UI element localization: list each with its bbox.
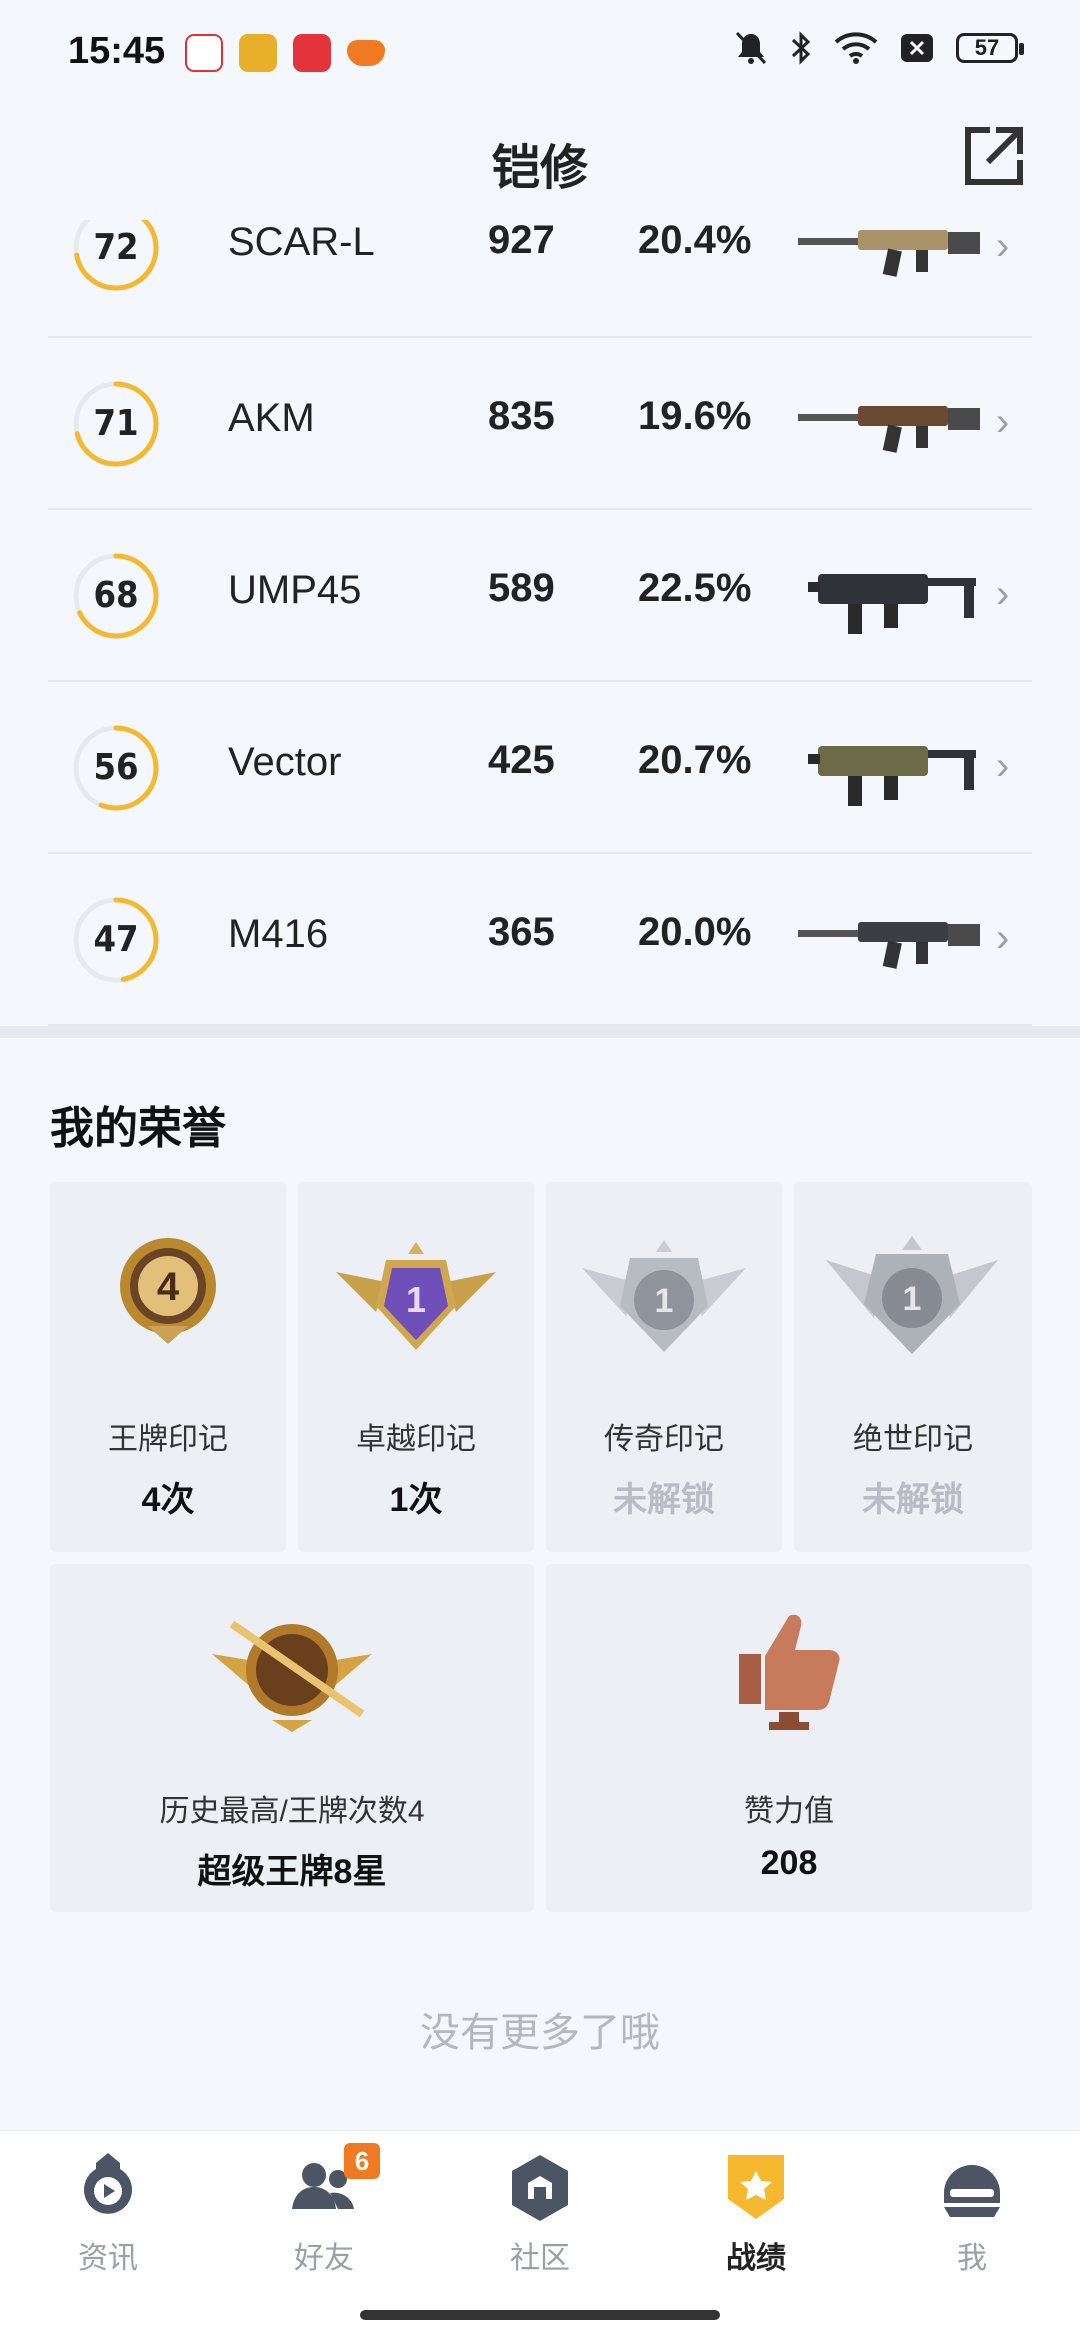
nav-label: 战绩: [726, 2242, 786, 2275]
honor-card-excellent[interactable]: 1 卓越印记 1次: [298, 1182, 534, 1552]
peerless-medal-number: 1: [903, 1280, 922, 1318]
game-app-icon: [239, 34, 277, 72]
highest-rank-value: 超级王牌8星: [197, 1853, 387, 1891]
nav-label: 好友: [294, 2242, 354, 2275]
weapon-name: Vector: [228, 740, 342, 784]
section-divider: [0, 1026, 1080, 1038]
nav-label: 我: [957, 2242, 987, 2275]
ace-medal-icon: 4: [120, 1238, 216, 1344]
weapon-kill-count: 365: [488, 910, 555, 954]
weapon-percentage: 19.6%: [638, 394, 752, 438]
community-icon: [512, 2155, 568, 2221]
smg-icon: [808, 574, 976, 634]
thumbs-up-icon: [739, 1614, 840, 1730]
news-icon: [84, 2153, 132, 2214]
nav-item-me[interactable]: 我: [864, 2131, 1080, 2321]
weapon-kill-count: 927: [488, 218, 555, 262]
weapon-kill-count: 425: [488, 738, 555, 782]
likes-card[interactable]: 赞力值 208: [546, 1564, 1032, 1912]
likes-value: 208: [760, 1844, 818, 1882]
app-notification-icon: [185, 34, 223, 72]
excellent-medal-number: 1: [406, 1279, 426, 1320]
weapon-percentage: 22.5%: [638, 566, 752, 610]
weapon-row[interactable]: 71 AKM 835 19.6% ›: [48, 338, 1032, 510]
gamepad-icon: [347, 40, 385, 66]
weapon-percentage: 20.7%: [638, 738, 752, 782]
honor-label: 卓越印记: [356, 1423, 476, 1456]
header: 铠修: [0, 110, 1080, 220]
nav-label: 资讯: [78, 2242, 138, 2275]
honor-label: 绝世印记: [853, 1423, 973, 1456]
status-time: 15:45: [68, 30, 166, 72]
share-icon[interactable]: [960, 122, 1028, 190]
weapon-row[interactable]: 68 UMP45 589 22.5% ›: [48, 510, 1032, 682]
weapon-row[interactable]: 56 Vector 425 20.7% ›: [48, 682, 1032, 854]
ace-rank-badge-icon: [212, 1620, 372, 1732]
battery-indicator: 57: [956, 33, 1024, 63]
music-app-icon: [293, 34, 331, 72]
excellent-medal-icon: 1: [336, 1242, 496, 1350]
honor-value: 未解锁: [613, 1481, 715, 1519]
weapon-score: 68: [93, 575, 139, 616]
weapon-score: 56: [93, 747, 139, 788]
chevron-right-icon: ›: [996, 572, 1010, 616]
nav-item-record[interactable]: 战绩: [648, 2131, 864, 2321]
weapon-name: SCAR-L: [228, 220, 375, 264]
home-indicator[interactable]: [360, 2310, 720, 2320]
ace-medal-number: 4: [157, 1265, 180, 1309]
sim-off-icon: [901, 34, 933, 62]
weapon-kill-count: 589: [488, 566, 555, 610]
highest-rank-card[interactable]: 历史最高/王牌次数4 超级王牌8星: [50, 1564, 534, 1912]
likes-label: 赞力值: [744, 1795, 834, 1828]
weapon-score: 47: [93, 919, 139, 960]
legend-medal-icon: 1: [582, 1240, 746, 1352]
honor-card-ace[interactable]: 4 王牌印记 4次: [50, 1182, 286, 1552]
no-more-text: 没有更多了哦: [420, 2011, 660, 2055]
weapon-percentage: 20.0%: [638, 910, 752, 954]
honor-card-peerless[interactable]: 1 绝世印记 未解锁: [794, 1182, 1032, 1552]
highest-rank-label: 历史最高/王牌次数4: [159, 1795, 425, 1828]
chevron-right-icon: ›: [996, 400, 1010, 444]
weapon-name: UMP45: [228, 568, 362, 612]
smg-icon: [808, 746, 976, 806]
status-bar: 15:45 57: [0, 0, 1080, 110]
rifle-icon: [798, 406, 980, 453]
weapon-name: M416: [228, 912, 329, 956]
honor-value: 4次: [141, 1481, 195, 1519]
friends-badge: 6: [344, 2143, 380, 2179]
chevron-right-icon: ›: [996, 916, 1010, 960]
page-title: 铠修: [491, 142, 588, 195]
status-indicators: 57: [734, 30, 1024, 66]
peerless-medal-icon: 1: [826, 1236, 998, 1354]
weapon-list: 72 SCAR-L 927 20.4% › 71 AKM 835 19.6% › 68 UMP45 58…: [48, 170, 1032, 1026]
weapon-kill-count: 835: [488, 394, 555, 438]
honors-title: 我的荣誉: [50, 1104, 226, 1153]
nav-item-news[interactable]: 资讯: [0, 2131, 216, 2321]
honor-label: 传奇印记: [604, 1423, 724, 1456]
nav-item-friends[interactable]: 6 好友: [216, 2131, 432, 2321]
bluetooth-icon: [791, 31, 811, 65]
weapon-score: 71: [93, 403, 139, 444]
record-icon: [728, 2155, 784, 2219]
rifle-icon: [798, 922, 980, 969]
honor-card-legend[interactable]: 1 传奇印记 未解锁: [546, 1182, 782, 1552]
chevron-right-icon: ›: [996, 744, 1010, 788]
weapon-row[interactable]: 47 M416 365 20.0% ›: [48, 854, 1032, 1026]
weapon-percentage: 20.4%: [638, 218, 752, 262]
nav-label: 社区: [510, 2242, 570, 2275]
helmet-icon: [944, 2165, 1000, 2217]
chevron-right-icon: ›: [996, 224, 1010, 268]
status-app-icons: [185, 34, 385, 72]
legend-medal-number: 1: [655, 1282, 674, 1320]
weapon-name: AKM: [228, 396, 315, 440]
honor-label: 王牌印记: [108, 1423, 228, 1456]
nav-item-community[interactable]: 社区: [432, 2131, 648, 2321]
wifi-icon: [834, 32, 878, 64]
mute-bell-icon: [735, 31, 767, 65]
honor-value: 1次: [389, 1481, 443, 1519]
honor-value: 未解锁: [862, 1481, 964, 1519]
